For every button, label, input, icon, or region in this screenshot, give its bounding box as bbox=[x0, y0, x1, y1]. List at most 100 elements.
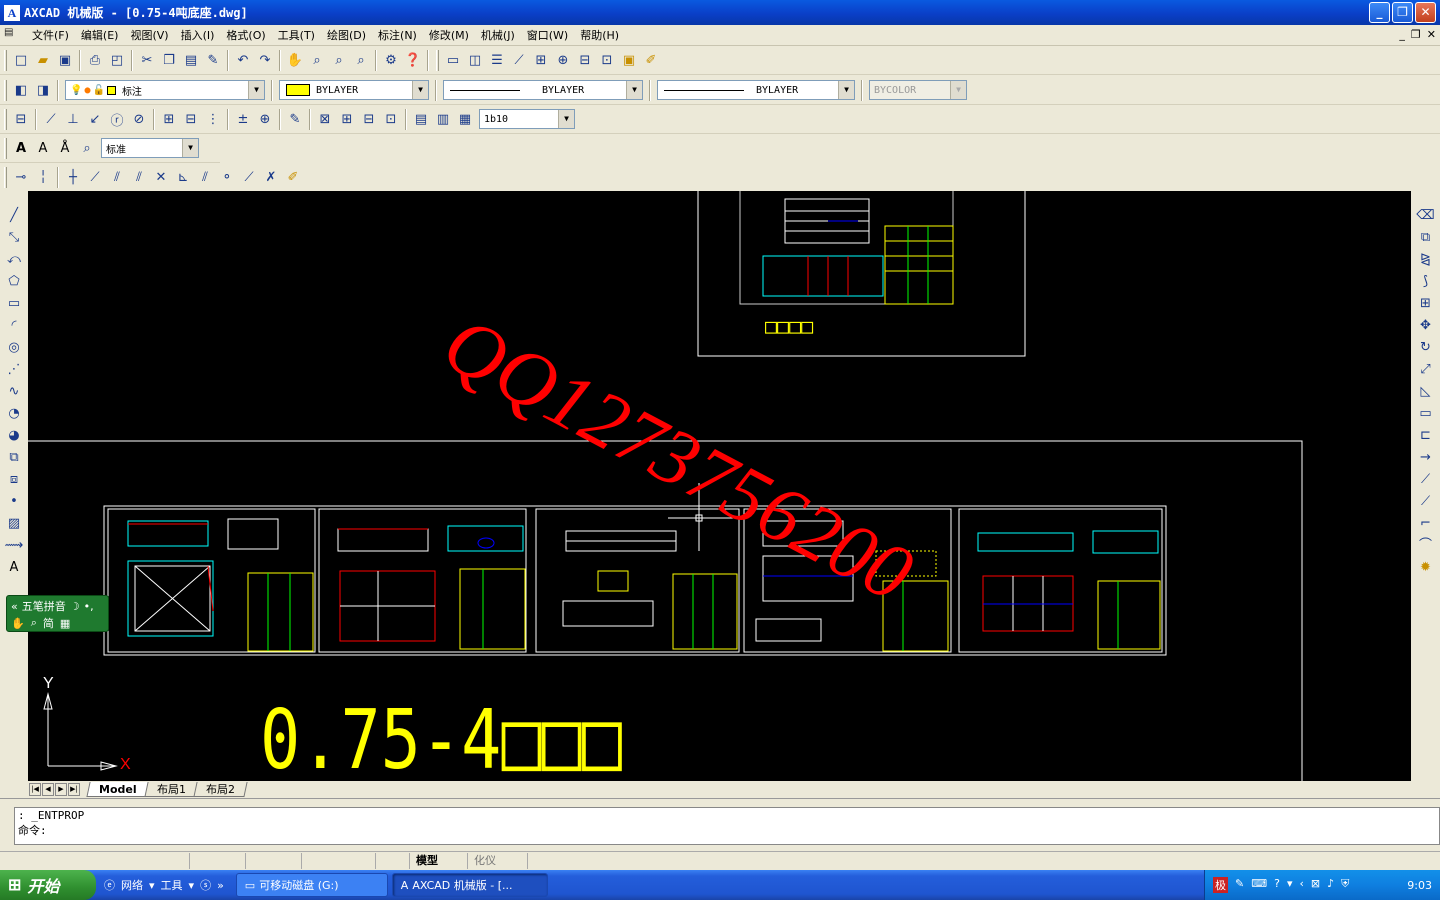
toolbar-grip[interactable] bbox=[4, 49, 7, 71]
dim-style-c-icon[interactable]: ▦ bbox=[454, 108, 476, 130]
explode-icon[interactable]: ✹ bbox=[1415, 557, 1437, 579]
hatch-icon[interactable]: ▨ bbox=[3, 513, 25, 535]
toolbar-grip[interactable] bbox=[436, 49, 439, 71]
save-icon[interactable]: ▣ bbox=[54, 49, 76, 71]
dim-linear-icon[interactable]: ⊟ bbox=[10, 108, 32, 130]
menu-help[interactable]: 帮助(H) bbox=[574, 27, 625, 43]
undo-icon[interactable]: ↶ bbox=[232, 49, 254, 71]
text-edit-icon[interactable]: Å bbox=[54, 137, 76, 159]
menu-insert[interactable]: 插入(I) bbox=[175, 27, 221, 43]
last-tab-icon[interactable]: ▶| bbox=[68, 783, 80, 796]
snap-perpendicular-icon[interactable]: ⊾ bbox=[172, 166, 194, 188]
new-file-icon[interactable]: □ bbox=[10, 49, 32, 71]
copy-object-icon[interactable]: ⧉ bbox=[1415, 227, 1437, 249]
chevron-down-icon[interactable]: ▾ bbox=[189, 879, 195, 892]
lengthen-icon[interactable]: ▭ bbox=[1415, 403, 1437, 425]
quicklaunch-network[interactable]: 网络 bbox=[121, 877, 143, 893]
moon-icon[interactable]: ☽ bbox=[70, 600, 80, 613]
menu-mechanical[interactable]: 机械(J) bbox=[475, 27, 521, 43]
chamfer-icon[interactable]: ⌐ bbox=[1415, 513, 1437, 535]
tool-j-icon[interactable]: ✐ bbox=[640, 49, 662, 71]
chevron-down-icon[interactable]: ▾ bbox=[149, 879, 155, 892]
dim-edit-icon[interactable]: ✎ bbox=[284, 108, 306, 130]
maximize-button[interactable]: ❐ bbox=[1392, 2, 1413, 23]
punctuation-icon[interactable]: •, bbox=[84, 600, 94, 613]
snap-temp-icon[interactable]: ⊸ bbox=[10, 166, 32, 188]
tool-h-icon[interactable]: ⊡ bbox=[596, 49, 618, 71]
region-icon[interactable]: ⟿ bbox=[3, 535, 25, 557]
dim-aligned-icon[interactable]: ⟋ bbox=[40, 108, 62, 130]
tool-b-icon[interactable]: ◫ bbox=[464, 49, 486, 71]
menu-window[interactable]: 窗口(W) bbox=[521, 27, 574, 43]
app-logo-icon[interactable]: A bbox=[4, 4, 20, 21]
search-icon[interactable]: ⌕ bbox=[31, 616, 37, 630]
chevron-down-icon[interactable]: ▼ bbox=[182, 139, 198, 157]
tool-e-icon[interactable]: ⊞ bbox=[530, 49, 552, 71]
dim-tolerance-icon[interactable]: ± bbox=[232, 108, 254, 130]
polygon-icon[interactable]: ⬠ bbox=[3, 271, 25, 293]
status-model[interactable]: 模型 bbox=[410, 852, 468, 869]
tool-f-icon[interactable]: ⊕ bbox=[552, 49, 574, 71]
snap-settings-icon[interactable]: ✐ bbox=[282, 166, 304, 188]
toolbar-grip[interactable] bbox=[4, 166, 7, 188]
ellipse-arc-icon[interactable]: ◕ bbox=[3, 425, 25, 447]
snap-node-icon[interactable]: ⚬ bbox=[216, 166, 238, 188]
snap-from-icon[interactable]: ╎ bbox=[32, 166, 54, 188]
menu-modify[interactable]: 修改(M) bbox=[423, 27, 475, 43]
text-find-icon[interactable]: ⌕ bbox=[76, 137, 98, 159]
menu-view[interactable]: 视图(V) bbox=[124, 27, 174, 43]
ie-icon[interactable]: ⓔ bbox=[104, 877, 115, 893]
make-block-icon[interactable]: ⧈ bbox=[3, 469, 25, 491]
print-icon[interactable]: ⎙ bbox=[84, 49, 106, 71]
command-history[interactable]: : _ENTPROP 命令: bbox=[14, 807, 1440, 845]
coordinates-readout[interactable] bbox=[0, 852, 190, 869]
mtext-icon[interactable]: A bbox=[3, 557, 25, 579]
close-button[interactable]: ✕ bbox=[1415, 2, 1436, 23]
construction-line-icon[interactable]: ⤡ bbox=[3, 227, 25, 249]
cut-icon[interactable]: ✂ bbox=[136, 49, 158, 71]
network-icon[interactable]: ⊠ bbox=[1311, 877, 1320, 893]
print-preview-icon[interactable]: ◰ bbox=[106, 49, 128, 71]
chevron-down-icon[interactable]: ▼ bbox=[412, 81, 428, 99]
task-axcad[interactable]: A AXCAD 机械版 - [... bbox=[391, 873, 548, 897]
zoom-previous-icon[interactable]: ⌕ bbox=[350, 49, 372, 71]
tool-d-icon[interactable]: ⟋ bbox=[508, 49, 530, 71]
fillet-icon[interactable]: ⌒ bbox=[1415, 535, 1437, 557]
dim-baseline-icon[interactable]: ⊞ bbox=[158, 108, 180, 130]
erase-icon[interactable]: ⌫ bbox=[1415, 205, 1437, 227]
chevron-down-icon[interactable]: ▼ bbox=[838, 81, 854, 99]
doc-minimize-button[interactable]: _ bbox=[1399, 28, 1405, 41]
dim-arc-icon[interactable]: ↙ bbox=[84, 108, 106, 130]
snap-extension-icon[interactable]: ✕ bbox=[150, 166, 172, 188]
back-arrow-icon[interactable]: ‹ bbox=[1299, 877, 1303, 893]
copy-icon[interactable]: ❐ bbox=[158, 49, 180, 71]
dim-style-b-icon[interactable]: ▥ bbox=[432, 108, 454, 130]
offset-icon[interactable]: ⟆ bbox=[1415, 271, 1437, 293]
chevron-down-icon[interactable]: ▼ bbox=[248, 81, 264, 99]
status-thinning[interactable]: 化仪 bbox=[468, 852, 528, 869]
layer-previous-icon[interactable]: ◨ bbox=[32, 79, 54, 101]
tool-i-icon[interactable]: ▣ bbox=[618, 49, 640, 71]
command-prompt[interactable]: 命令: bbox=[15, 823, 1439, 838]
tab-model[interactable]: Model bbox=[86, 782, 150, 797]
dim-update-d-icon[interactable]: ⊡ bbox=[380, 108, 402, 130]
help-icon[interactable]: ❓ bbox=[402, 49, 424, 71]
snap-parallel-icon[interactable]: ⫽ bbox=[194, 166, 216, 188]
polyline-icon[interactable]: ⤺ bbox=[3, 249, 25, 271]
break-icon[interactable]: ⟋ bbox=[1415, 491, 1437, 513]
dtext-icon[interactable]: A bbox=[32, 137, 54, 159]
color-select[interactable]: BYLAYER ▼ bbox=[279, 80, 429, 100]
dim-radius-icon[interactable]: ⓡ bbox=[106, 108, 128, 130]
task-removable-disk[interactable]: ▭ 可移动磁盘 (G:) bbox=[235, 873, 388, 897]
clock[interactable]: 9:03 bbox=[1407, 879, 1432, 892]
dimstyle-select[interactable]: 1b10 ▼ bbox=[479, 109, 575, 129]
open-folder-icon[interactable]: ▰ bbox=[32, 49, 54, 71]
first-tab-icon[interactable]: |◀ bbox=[29, 783, 41, 796]
dim-continue-icon[interactable]: ⊟ bbox=[180, 108, 202, 130]
properties-icon[interactable]: ⚙ bbox=[380, 49, 402, 71]
help-icon[interactable]: ? bbox=[1274, 877, 1280, 893]
toolbar-grip[interactable] bbox=[4, 137, 7, 159]
status-snap[interactable] bbox=[190, 852, 246, 869]
linetype-select[interactable]: BYLAYER ▼ bbox=[443, 80, 643, 100]
insert-block-icon[interactable]: ⧉ bbox=[3, 447, 25, 469]
